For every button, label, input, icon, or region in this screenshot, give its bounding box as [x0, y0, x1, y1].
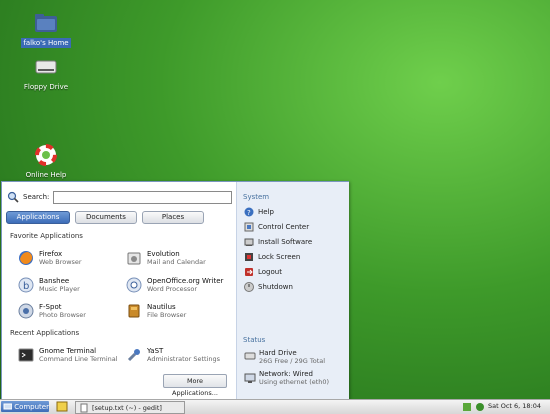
- update-tray-icon[interactable]: [475, 402, 485, 412]
- svg-text:?: ?: [247, 209, 251, 217]
- openoffice-writer-icon: [126, 277, 142, 293]
- desktop-icon-home[interactable]: falko's Home: [16, 12, 76, 48]
- app-firefox[interactable]: Firefox Web Browser: [18, 249, 128, 267]
- computer-icon: [3, 403, 13, 409]
- search-input[interactable]: [53, 190, 232, 204]
- app-name: YaST: [147, 347, 164, 355]
- app-name: F-Spot: [39, 303, 62, 311]
- system-item-help[interactable]: ? Help: [244, 206, 274, 218]
- app-name: Nautilus: [147, 303, 176, 311]
- main-menu: Search: Applications Documents Places Fa…: [1, 181, 349, 400]
- hard-drive-icon: [244, 352, 256, 360]
- system-item-label: Lock Screen: [258, 253, 301, 261]
- show-desktop-icon[interactable]: [56, 401, 68, 412]
- app-desc: Mail and Calendar: [147, 258, 206, 266]
- desktop-icon-floppy[interactable]: Floppy Drive: [16, 58, 76, 92]
- status-network[interactable]: Network: Wired Using ethernet (eth0): [244, 370, 329, 386]
- app-banshee[interactable]: b Banshee Music Player: [18, 276, 128, 294]
- lock-screen-icon: [245, 253, 253, 261]
- control-center-icon: [244, 222, 254, 232]
- search-icon: [7, 191, 19, 203]
- clock[interactable]: Sat Oct 6, 18:04: [488, 402, 541, 410]
- f-spot-icon: [18, 303, 34, 319]
- network-wired-icon: [244, 373, 256, 383]
- network-tray-icon[interactable]: [462, 402, 472, 412]
- system-item-lock-screen[interactable]: Lock Screen: [244, 251, 300, 263]
- tab-documents[interactable]: Documents: [75, 211, 137, 224]
- menu-right-pane: System ? Help Control Center Install Sof…: [236, 182, 349, 399]
- app-name: Banshee: [39, 277, 70, 285]
- terminal-icon: [18, 348, 34, 362]
- status-name: Network: Wired: [259, 370, 313, 378]
- status-title: Status: [243, 336, 266, 344]
- status-hard-drive[interactable]: Hard Drive 26G Free / 29G Total: [244, 349, 325, 365]
- task-label: [setup.txt (~) - gedit]: [92, 403, 162, 412]
- app-desc: Administrator Settings: [147, 355, 221, 363]
- recent-title: Recent Applications: [10, 329, 80, 337]
- system-item-label: Shutdown: [258, 283, 293, 291]
- app-gnome-terminal[interactable]: Gnome Terminal Command Line Terminal: [18, 346, 128, 364]
- status-desc: 26G Free / 29G Total: [259, 357, 326, 365]
- desktop-icon-label: Floppy Drive: [23, 83, 69, 91]
- app-desc: Music Player: [39, 285, 80, 293]
- app-evolution[interactable]: Evolution Mail and Calendar: [126, 249, 236, 267]
- system-item-label: Logout: [258, 268, 282, 276]
- system-item-shutdown[interactable]: Shutdown: [244, 281, 293, 293]
- status-name: Hard Drive: [259, 349, 297, 357]
- system-item-logout[interactable]: Logout: [244, 266, 282, 278]
- computer-menu-button[interactable]: Computer: [1, 401, 49, 412]
- tab-places[interactable]: Places: [142, 211, 204, 224]
- app-desc: Command Line Terminal: [39, 355, 118, 363]
- app-desc: Photo Browser: [39, 311, 86, 319]
- tab-applications[interactable]: Applications: [6, 211, 70, 224]
- menu-left-pane: Search: Applications Documents Places Fa…: [2, 182, 236, 399]
- desktop-icon-label: falko's Home: [21, 38, 71, 48]
- gedit-icon: [80, 403, 88, 412]
- shutdown-icon: [244, 282, 254, 292]
- desktop-icon-label: Online Help: [25, 171, 67, 179]
- app-name: Firefox: [39, 250, 63, 258]
- app-yast[interactable]: YaST Administrator Settings: [126, 346, 236, 364]
- help-icon: ?: [244, 207, 254, 217]
- system-item-label: Help: [258, 208, 274, 216]
- folder-home-icon: [35, 14, 57, 32]
- system-item-label: Install Software: [258, 238, 313, 246]
- search-label: Search:: [23, 193, 50, 201]
- app-name: Gnome Terminal: [39, 347, 97, 355]
- floppy-drive-icon: [35, 60, 57, 74]
- banshee-icon: b: [18, 277, 34, 293]
- yast-icon: [127, 349, 140, 362]
- system-item-install-software[interactable]: Install Software: [244, 236, 312, 248]
- firefox-icon: [19, 251, 33, 265]
- app-name: Evolution: [147, 250, 180, 258]
- app-desc: Word Processor: [147, 285, 198, 293]
- logout-icon: [245, 268, 253, 276]
- svg-text:b: b: [23, 281, 29, 292]
- evolution-icon: [127, 252, 141, 265]
- app-desc: Web Browser: [39, 258, 82, 266]
- status-desc: Using ethernet (eth0): [259, 378, 330, 386]
- desktop-icon-help[interactable]: Online Help: [16, 144, 76, 180]
- app-f-spot[interactable]: F-Spot Photo Browser: [18, 302, 128, 320]
- nautilus-icon: [128, 304, 140, 318]
- app-name: OpenOffice.org Writer: [147, 277, 224, 285]
- search-row: Search:: [7, 190, 232, 204]
- help-lifebuoy-icon: [35, 144, 57, 166]
- menu-tabs: Applications Documents Places: [6, 211, 204, 224]
- system-title: System: [243, 193, 270, 201]
- taskbar-window-gedit[interactable]: [setup.txt (~) - gedit]: [75, 401, 185, 414]
- install-software-icon: [244, 238, 254, 246]
- system-item-control-center[interactable]: Control Center: [244, 221, 309, 233]
- favorites-title: Favorite Applications: [10, 232, 83, 240]
- app-desc: File Browser: [147, 311, 187, 319]
- more-applications-button[interactable]: More Applications...: [163, 374, 227, 397]
- app-openoffice-writer[interactable]: OpenOffice.org Writer Word Processor: [126, 276, 236, 294]
- system-item-label: Control Center: [258, 223, 310, 231]
- taskbar: Computer [setup.txt (~) - gedit] Sat Oct…: [0, 399, 550, 414]
- computer-label: Computer: [14, 402, 49, 411]
- app-nautilus[interactable]: Nautilus File Browser: [126, 302, 236, 320]
